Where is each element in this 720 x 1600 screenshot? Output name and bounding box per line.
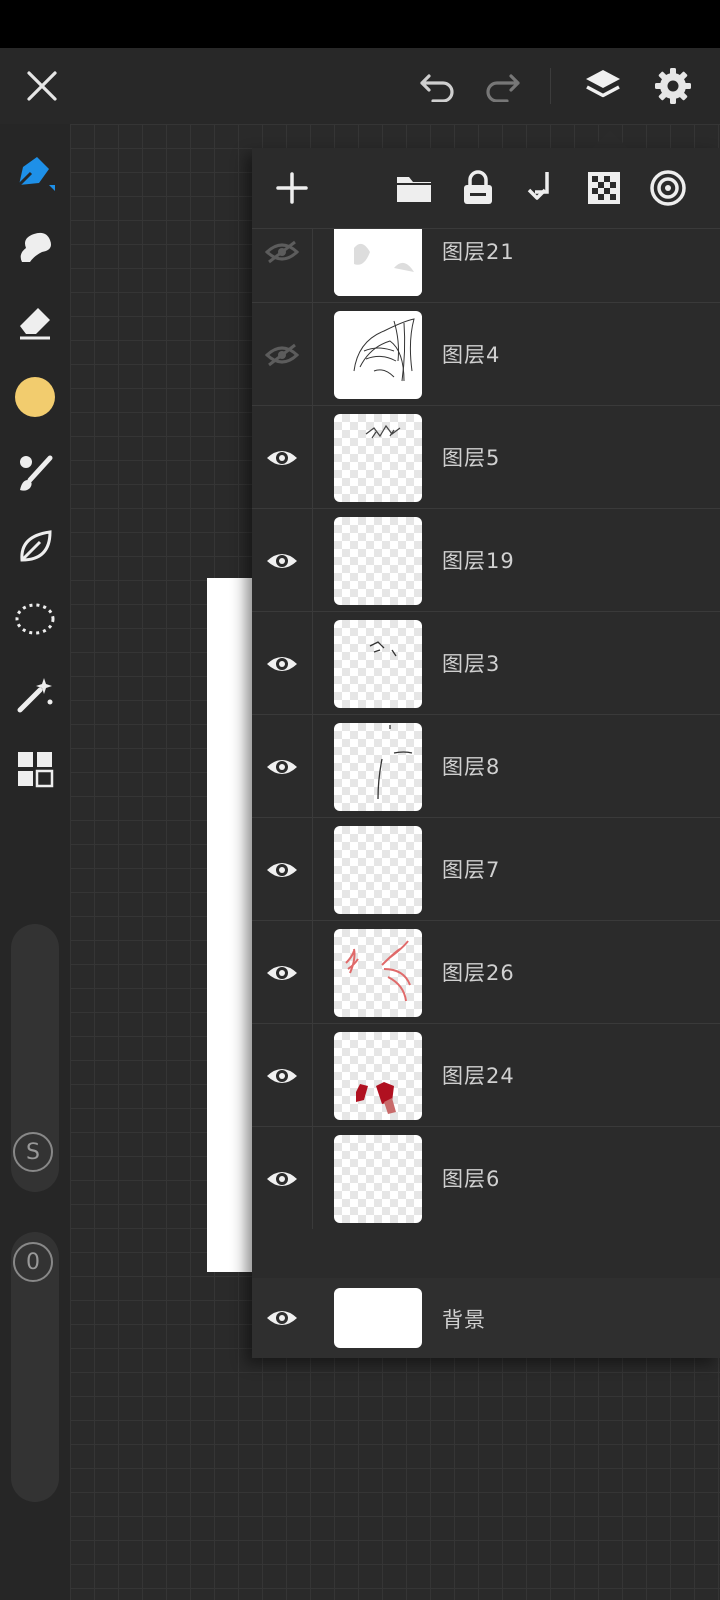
background-thumbnail	[334, 1288, 422, 1348]
layer-thumbnail	[334, 1032, 422, 1120]
layer-list[interactable]: 图层21 图层4 图层5 图层19 图层3 图层8 图层7 图层26 图层24 …	[252, 229, 720, 1229]
redo-icon[interactable]	[478, 62, 526, 110]
layers-icon[interactable]	[578, 62, 628, 110]
lasso-selection-tool-icon[interactable]	[10, 596, 60, 646]
layer-thumbnail	[334, 517, 422, 605]
layer-thumbnail	[334, 229, 422, 296]
eraser-tool-icon[interactable]	[10, 296, 60, 346]
layer-name: 图层24	[442, 1064, 515, 1088]
pen-tool-icon[interactable]	[10, 146, 60, 196]
top-bar	[0, 48, 720, 124]
layer-row[interactable]: 图层4	[252, 303, 720, 406]
folder-icon[interactable]	[390, 164, 438, 212]
layer-name: 图层7	[442, 858, 501, 882]
layer-row[interactable]: 图层3	[252, 612, 720, 715]
layer-name: 图层5	[442, 446, 501, 470]
gear-icon[interactable]	[648, 62, 698, 110]
magic-wand-tool-icon[interactable]	[10, 670, 60, 720]
layer-row[interactable]: 图层26	[252, 921, 720, 1024]
layer-name: 图层19	[442, 549, 515, 573]
status-bar	[0, 0, 720, 48]
eye-icon[interactable]	[252, 509, 313, 612]
merge-down-icon[interactable]	[518, 164, 566, 212]
eye-icon[interactable]	[252, 715, 313, 818]
panel-pointer	[592, 130, 628, 148]
layer-thumbnail	[334, 414, 422, 502]
lock-icon[interactable]	[454, 164, 502, 212]
layer-thumbnail	[334, 311, 422, 399]
eye-icon[interactable]	[252, 1127, 313, 1229]
background-layer-name: 背景	[442, 1308, 486, 1332]
topbar-divider	[550, 68, 551, 104]
leaf-shape-tool-icon[interactable]	[10, 522, 60, 572]
layer-thumbnail	[334, 929, 422, 1017]
layer-name: 图层8	[442, 755, 501, 779]
hidden-eye-icon[interactable]	[252, 229, 313, 303]
layer-name: 图层3	[442, 652, 501, 676]
background-layer-row[interactable]: 背景	[252, 1278, 720, 1358]
layer-name: 图层4	[442, 343, 501, 367]
eye-icon[interactable]	[252, 921, 313, 1024]
opacity-badge: 0	[13, 1242, 53, 1282]
color-swatch-icon[interactable]	[10, 372, 60, 422]
layer-row[interactable]: 图层7	[252, 818, 720, 921]
layer-thumbnail	[334, 723, 422, 811]
transparency-icon[interactable]	[580, 164, 628, 212]
layer-name: 图层26	[442, 961, 515, 985]
layer-name: 图层21	[442, 240, 515, 264]
left-toolbar: S 0	[0, 124, 70, 1600]
eye-icon[interactable]	[252, 1278, 312, 1358]
layers-panel: 图层21 图层4 图层5 图层19 图层3 图层8 图层7 图层26 图层24 …	[252, 148, 720, 1358]
layer-row[interactable]: 图层8	[252, 715, 720, 818]
blend-mode-icon[interactable]	[644, 164, 692, 212]
layer-row[interactable]: 图层19	[252, 509, 720, 612]
eye-icon[interactable]	[252, 406, 313, 509]
eye-icon[interactable]	[252, 818, 313, 921]
eye-icon[interactable]	[252, 612, 313, 715]
layer-thumbnail	[334, 1135, 422, 1223]
brush-tool-icon[interactable]	[10, 448, 60, 498]
layer-row[interactable]: 图层24	[252, 1024, 720, 1127]
layer-thumbnail	[334, 620, 422, 708]
eye-icon[interactable]	[252, 1024, 313, 1127]
hidden-eye-icon[interactable]	[252, 303, 313, 406]
layer-row[interactable]: 图层6	[252, 1127, 720, 1229]
layers-panel-toolbar	[252, 148, 720, 229]
brush-size-badge: S	[13, 1132, 53, 1172]
smudge-tool-icon[interactable]	[10, 222, 60, 272]
layer-row[interactable]: 图层5	[252, 406, 720, 509]
add-layer-icon[interactable]	[268, 164, 316, 212]
layer-name: 图层6	[442, 1167, 501, 1191]
layer-thumbnail	[334, 826, 422, 914]
grid-tool-icon[interactable]	[10, 744, 60, 794]
undo-icon[interactable]	[414, 62, 462, 110]
close-icon[interactable]	[18, 62, 66, 110]
layer-row[interactable]: 图层21	[252, 229, 720, 303]
